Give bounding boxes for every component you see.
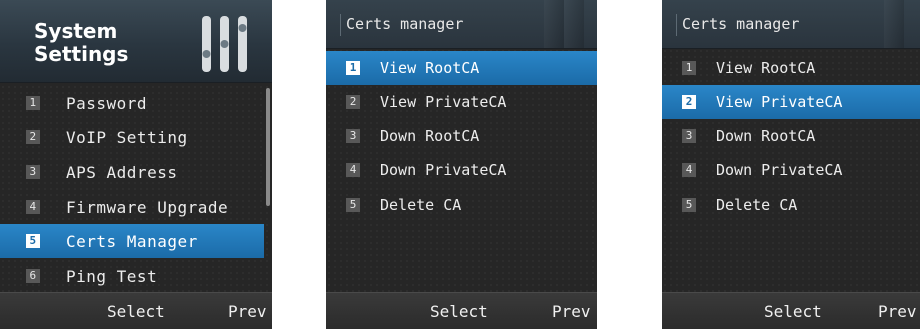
item-number: 6 [26, 269, 40, 283]
item-number: 1 [346, 61, 360, 75]
item-number: 1 [26, 96, 40, 110]
item-number: 5 [346, 198, 360, 212]
menu-item-certs-manager[interactable]: 5 Certs Manager [0, 224, 264, 258]
header-divider [676, 14, 677, 36]
settings-sliders-icon [202, 16, 247, 72]
menu-item-view-rootca[interactable]: 1 View RootCA [662, 51, 920, 85]
menu-item-ping-test[interactable]: 6 Ping Test [0, 259, 264, 293]
item-label: View PrivateCA [716, 93, 843, 111]
certs-manager-header: Certs manager [326, 0, 597, 49]
select-softkey[interactable]: Select [764, 302, 822, 321]
item-number: 4 [682, 163, 696, 177]
system-settings-header: System Settings [0, 0, 272, 83]
page-title: Certs manager [682, 15, 800, 33]
softkey-bar: Select Prev [662, 292, 920, 329]
item-number: 2 [26, 130, 40, 144]
title-line-2: Settings [34, 42, 129, 66]
item-label: Password [66, 93, 148, 113]
menu-item-down-rootca[interactable]: 3 Down RootCA [662, 119, 920, 153]
page-title: Certs manager [346, 15, 464, 33]
softkey-bar: Select Prev [0, 292, 272, 329]
item-label: View RootCA [380, 59, 480, 77]
menu-item-down-privateca[interactable]: 4 Down PrivateCA [326, 153, 597, 187]
item-label: View PrivateCA [380, 93, 507, 111]
item-number: 4 [346, 163, 360, 177]
menu-item-view-privateca[interactable]: 2 View PrivateCA [662, 85, 920, 119]
scrollbar[interactable] [266, 88, 270, 206]
prev-softkey[interactable]: Prev [878, 302, 917, 321]
item-label: APS Address [66, 162, 178, 182]
menu-item-delete-ca[interactable]: 5 Delete CA [662, 188, 920, 222]
prev-softkey[interactable]: Prev [228, 302, 267, 321]
item-number: 5 [26, 234, 40, 248]
header-decoration [564, 0, 584, 48]
menu-item-view-privateca[interactable]: 2 View PrivateCA [326, 85, 597, 119]
item-number: 5 [682, 198, 696, 212]
item-number: 2 [682, 95, 696, 109]
certs-manager-screen-1: Certs manager 1 View RootCA 2 View Priva… [326, 0, 597, 329]
header-divider [340, 14, 341, 36]
page-title: System Settings [34, 20, 144, 66]
title-line-1: System [34, 19, 118, 43]
menu-item-delete-ca[interactable]: 5 Delete CA [326, 188, 597, 222]
menu-item-down-rootca[interactable]: 3 Down RootCA [326, 119, 597, 153]
item-number: 3 [346, 129, 360, 143]
item-label: Delete CA [380, 196, 462, 214]
menu-item-view-rootca[interactable]: 1 View RootCA [326, 51, 597, 85]
item-label: Down PrivateCA [380, 161, 507, 179]
item-label: Down RootCA [380, 127, 480, 145]
item-number: 4 [26, 200, 40, 214]
item-number: 2 [346, 95, 360, 109]
menu-item-down-privateca[interactable]: 4 Down PrivateCA [662, 153, 920, 187]
header-decoration [884, 0, 904, 48]
header-decoration [544, 0, 564, 48]
prev-softkey[interactable]: Prev [552, 302, 591, 321]
item-number: 3 [682, 129, 696, 143]
softkey-bar: Select Prev [326, 292, 597, 329]
select-softkey[interactable]: Select [107, 302, 165, 321]
certs-manager-screen-2: Certs manager 1 View RootCA 2 View Priva… [662, 0, 920, 329]
system-settings-screen: System Settings 1 Password 2 VoIP Settin… [0, 0, 272, 329]
menu-item-voip-setting[interactable]: 2 VoIP Setting [0, 120, 264, 154]
item-label: Delete CA [716, 196, 798, 214]
menu-item-firmware-upgrade[interactable]: 4 Firmware Upgrade [0, 190, 264, 224]
item-label: VoIP Setting [66, 127, 188, 147]
item-label: Certs Manager [66, 231, 198, 251]
select-softkey[interactable]: Select [430, 302, 488, 321]
item-label: Down RootCA [716, 127, 816, 145]
item-number: 3 [26, 165, 40, 179]
menu-item-aps-address[interactable]: 3 APS Address [0, 155, 264, 189]
item-label: Ping Test [66, 266, 158, 286]
item-label: Down PrivateCA [716, 161, 843, 179]
menu-item-password[interactable]: 1 Password [0, 86, 264, 120]
item-label: Firmware Upgrade [66, 197, 229, 217]
certs-manager-header: Certs manager [662, 0, 920, 49]
item-label: View RootCA [716, 59, 816, 77]
item-number: 1 [682, 61, 696, 75]
